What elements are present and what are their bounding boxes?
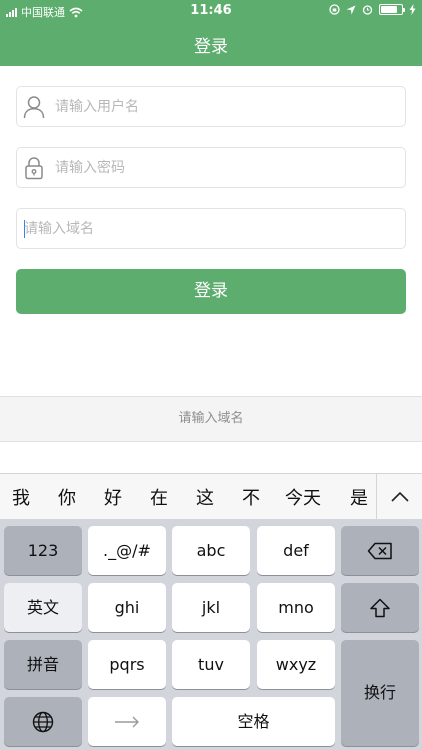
- def-key-label: def: [283, 541, 309, 560]
- status-right: [329, 4, 416, 15]
- jkl-key[interactable]: jkl: [172, 583, 250, 632]
- pqrs-key[interactable]: pqrs: [88, 640, 166, 689]
- mno-key-label: mno: [278, 598, 314, 617]
- shift-key[interactable]: [341, 583, 419, 632]
- rotation-lock-icon: [329, 4, 340, 15]
- wxyz-key-label: wxyz: [275, 655, 317, 674]
- pinyin-key[interactable]: 拼音: [4, 640, 82, 689]
- input-accessory-bar: 请输入域名: [0, 396, 422, 442]
- expand-candidates-button[interactable]: [376, 474, 422, 519]
- alarm-icon: [362, 5, 373, 15]
- tuv-key-label: tuv: [198, 655, 224, 674]
- location-icon: [346, 5, 356, 14]
- numbers-key-label: 123: [27, 541, 59, 560]
- user-icon: [23, 96, 45, 119]
- abc-key-label: abc: [196, 541, 226, 560]
- keyboard: 123 ._@/# abc def 英文 ghi jkl mno 拼音 pqrs…: [0, 519, 422, 750]
- ghi-key[interactable]: ghi: [88, 583, 166, 632]
- shift-icon: [370, 598, 390, 617]
- accessory-hint: 请输入域名: [178, 411, 244, 426]
- jkl-key-label: jkl: [201, 598, 221, 617]
- login-button[interactable]: 登录: [16, 269, 406, 314]
- battery-icon: [379, 4, 405, 15]
- domain-input[interactable]: [24, 209, 364, 248]
- candidate-item[interactable]: 你: [58, 484, 76, 510]
- tuv-key[interactable]: tuv: [172, 640, 250, 689]
- text-cursor: [24, 220, 25, 238]
- candidate-item[interactable]: 今天: [285, 484, 321, 510]
- pinyin-key-label: 拼音: [26, 655, 59, 674]
- backspace-icon: [367, 542, 392, 559]
- candidate-item[interactable]: 不: [242, 484, 260, 510]
- arrow-right-icon: [115, 716, 139, 727]
- pqrs-key-label: pqrs: [109, 655, 145, 674]
- def-key[interactable]: def: [257, 526, 335, 575]
- lock-icon: [25, 157, 43, 180]
- header: 中国联通 11:46 登录: [0, 0, 422, 66]
- punctuation-key[interactable]: ._@/#: [88, 526, 166, 575]
- space-key-label: 空格: [237, 712, 270, 731]
- battery-fill: [381, 6, 397, 13]
- numbers-key[interactable]: 123: [4, 526, 82, 575]
- domain-field[interactable]: [16, 208, 406, 249]
- space-key[interactable]: 空格: [172, 697, 335, 746]
- password-field[interactable]: [16, 147, 406, 188]
- return-key-label: 换行: [363, 683, 396, 702]
- charging-icon: [409, 4, 416, 15]
- backspace-key[interactable]: [341, 526, 419, 575]
- next-key[interactable]: [88, 697, 166, 746]
- candidate-item[interactable]: 是: [350, 484, 368, 510]
- candidate-item[interactable]: 在: [150, 484, 168, 510]
- english-key-label: 英文: [26, 598, 59, 617]
- wxyz-key[interactable]: wxyz: [257, 640, 335, 689]
- page-title: 登录: [194, 37, 228, 57]
- chevron-up-icon: [391, 491, 409, 502]
- ghi-key-label: ghi: [114, 598, 140, 617]
- password-input[interactable]: [55, 148, 395, 187]
- candidate-item[interactable]: 好: [104, 484, 122, 510]
- mno-key[interactable]: mno: [257, 583, 335, 632]
- return-key[interactable]: 换行: [341, 640, 419, 746]
- globe-icon: [32, 711, 54, 732]
- candidate-bar: 我 你 好 在 这 不 今天 是: [0, 473, 422, 519]
- candidate-item[interactable]: 这: [196, 484, 214, 510]
- status-bar: 中国联通 11:46: [0, 0, 422, 22]
- punctuation-key-label: ._@/#: [103, 541, 151, 560]
- english-key[interactable]: 英文: [4, 583, 82, 632]
- abc-key[interactable]: abc: [172, 526, 250, 575]
- candidate-item[interactable]: 我: [12, 484, 30, 510]
- username-input[interactable]: [55, 87, 395, 126]
- username-field[interactable]: [16, 86, 406, 127]
- globe-key[interactable]: [4, 697, 82, 746]
